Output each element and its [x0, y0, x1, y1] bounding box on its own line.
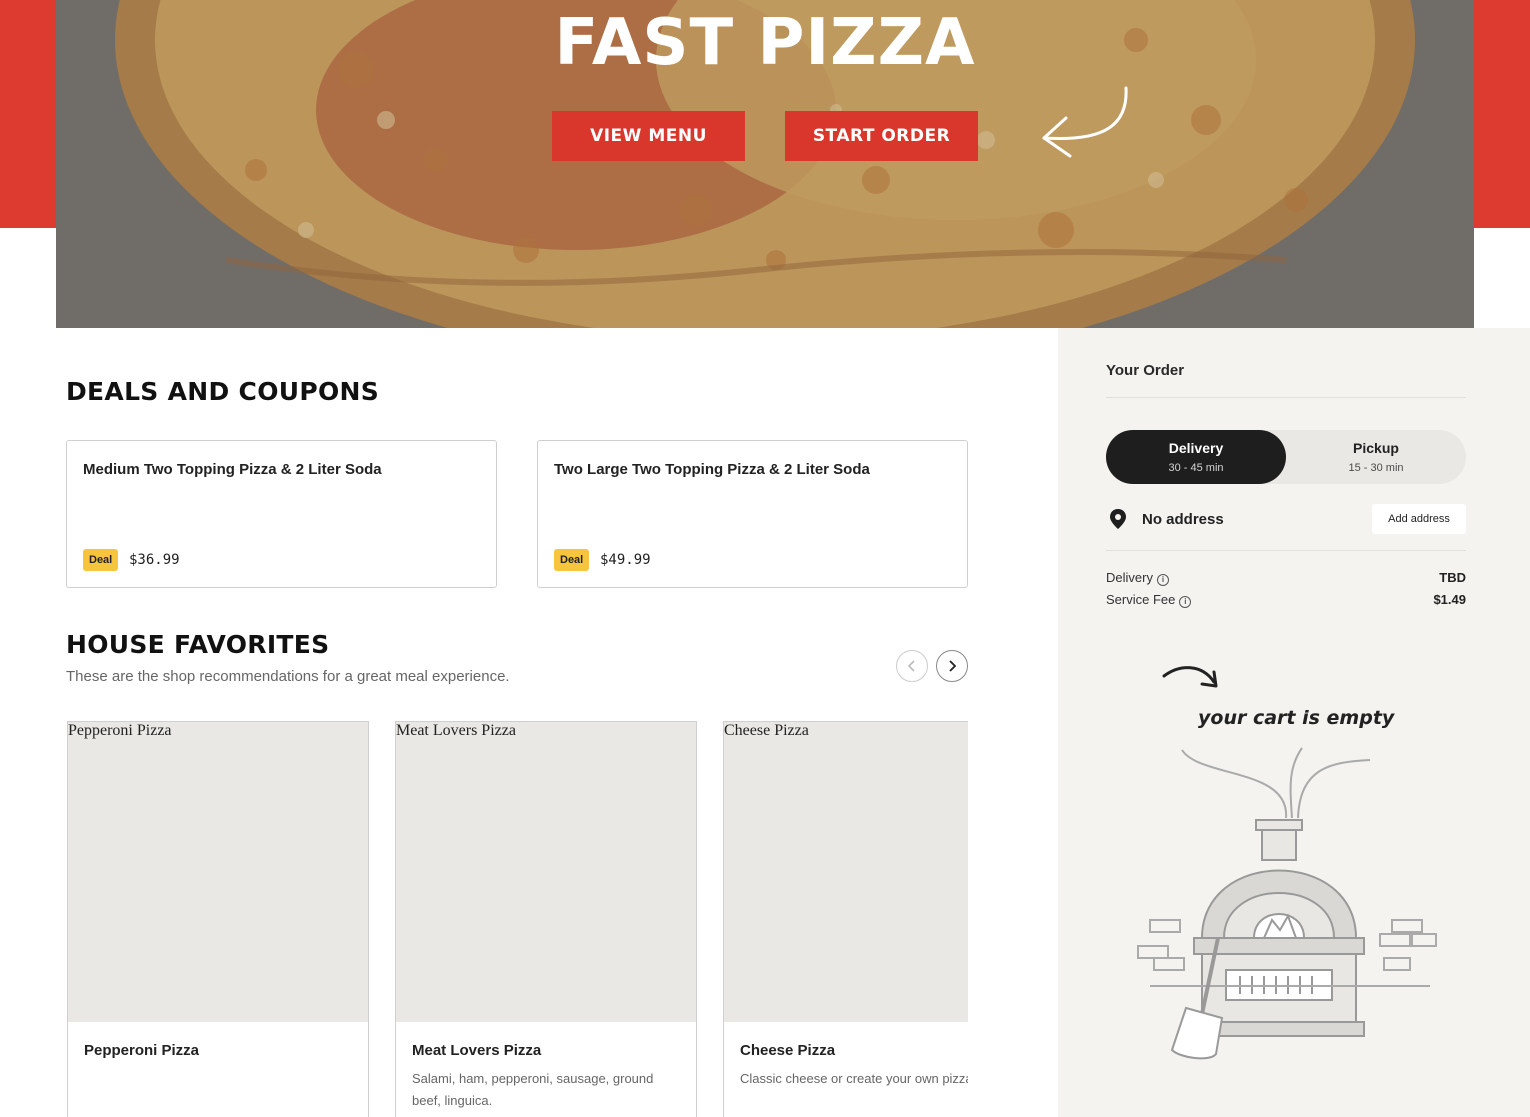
service-fee-value: $1.49	[1433, 592, 1466, 607]
view-menu-button[interactable]: VIEW MENU	[552, 111, 745, 161]
curved-arrow-icon	[1042, 86, 1128, 158]
menu-item-image: Cheese Pizza	[724, 722, 968, 1022]
delivery-tab[interactable]: Delivery 30 - 45 min	[1106, 430, 1286, 484]
service-fee-label: Service Fee	[1106, 592, 1176, 607]
deals-section-title: DEALS AND COUPONS	[66, 377, 380, 406]
image-alt-text: Cheese Pizza	[724, 722, 809, 739]
start-order-button[interactable]: START ORDER	[785, 111, 978, 161]
deal-badge: Deal	[83, 549, 119, 571]
delivery-tab-time: 30 - 45 min	[1168, 462, 1224, 474]
pickup-tab-label: Pickup	[1353, 440, 1399, 456]
carousel-next-button[interactable]	[936, 650, 968, 682]
menu-item-name: Pepperoni Pizza	[84, 1042, 200, 1059]
map-pin-icon	[1110, 509, 1126, 529]
service-fee-row: Service Fee i $1.49	[1106, 592, 1466, 610]
menu-item-description: Classic cheese or create your own pizza.	[740, 1071, 968, 1086]
delivery-fee-row: Delivery i TBD	[1106, 570, 1466, 588]
menu-item-name: Meat Lovers Pizza	[412, 1042, 542, 1059]
favorites-subtitle: These are the shop recommendations for a…	[66, 668, 510, 685]
deal-name: Two Large Two Topping Pizza & 2 Liter So…	[554, 461, 870, 478]
empty-cart-text: your cart is empty	[1198, 707, 1396, 729]
menu-item-description: Salami, ham, pepperoni, sausage, ground …	[412, 1071, 654, 1108]
address-row: No address Add address	[1106, 504, 1466, 534]
chevron-left-icon	[907, 660, 915, 672]
menu-item-image: Meat Lovers Pizza	[396, 722, 696, 1022]
hero-title: FAST PIZZA	[554, 6, 976, 80]
order-panel: Your Order Delivery 30 - 45 min Pickup 1…	[1058, 328, 1530, 1117]
info-icon[interactable]: i	[1179, 596, 1192, 608]
favorites-carousel[interactable]: Pepperoni Pizza Pepperoni Pizza Meat Lov…	[66, 721, 968, 1117]
divider	[1106, 397, 1466, 398]
delivery-tab-label: Delivery	[1168, 440, 1224, 456]
deal-badge: Deal	[554, 549, 590, 571]
add-address-button[interactable]: Add address	[1372, 504, 1466, 534]
menu-item-card[interactable]: Meat Lovers Pizza Meat Lovers Pizza Sala…	[395, 721, 697, 1117]
deal-price: $36.99	[129, 552, 180, 568]
menu-item-card[interactable]: Pepperoni Pizza Pepperoni Pizza	[67, 721, 369, 1117]
deal-price: $49.99	[600, 552, 651, 568]
curved-arrow-icon	[1162, 666, 1216, 684]
favorites-section-title: HOUSE FAVORITES	[66, 630, 330, 659]
carousel-prev-button[interactable]	[896, 650, 928, 682]
info-icon[interactable]: i	[1156, 574, 1169, 586]
menu-item-image: Pepperoni Pizza	[68, 722, 368, 1022]
pickup-tab[interactable]: Pickup 15 - 30 min	[1286, 430, 1466, 484]
menu-item-name: Cheese Pizza	[740, 1042, 836, 1059]
order-panel-title: Your Order	[1106, 362, 1185, 379]
pickup-tab-time: 15 - 30 min	[1348, 462, 1404, 474]
divider	[1106, 550, 1466, 551]
address-text: No address	[1142, 511, 1224, 528]
image-alt-text: Meat Lovers Pizza	[396, 722, 516, 739]
delivery-fee-label: Delivery	[1106, 570, 1153, 585]
fulfillment-toggle: Delivery 30 - 45 min Pickup 15 - 30 min	[1106, 430, 1466, 484]
hero-banner: FAST PIZZA VIEW MENU START ORDER	[56, 0, 1474, 328]
deal-card[interactable]: Two Large Two Topping Pizza & 2 Liter So…	[537, 440, 968, 588]
deal-name: Medium Two Topping Pizza & 2 Liter Soda	[83, 461, 382, 478]
deal-card[interactable]: Medium Two Topping Pizza & 2 Liter Soda …	[66, 440, 497, 588]
image-alt-text: Pepperoni Pizza	[68, 722, 172, 739]
empty-cart-illustration: your cart is empty	[1137, 666, 1437, 1060]
delivery-fee-value: TBD	[1439, 570, 1466, 585]
chevron-right-icon	[949, 660, 957, 672]
menu-item-card[interactable]: Cheese Pizza Cheese Pizza Classic cheese…	[723, 721, 968, 1117]
